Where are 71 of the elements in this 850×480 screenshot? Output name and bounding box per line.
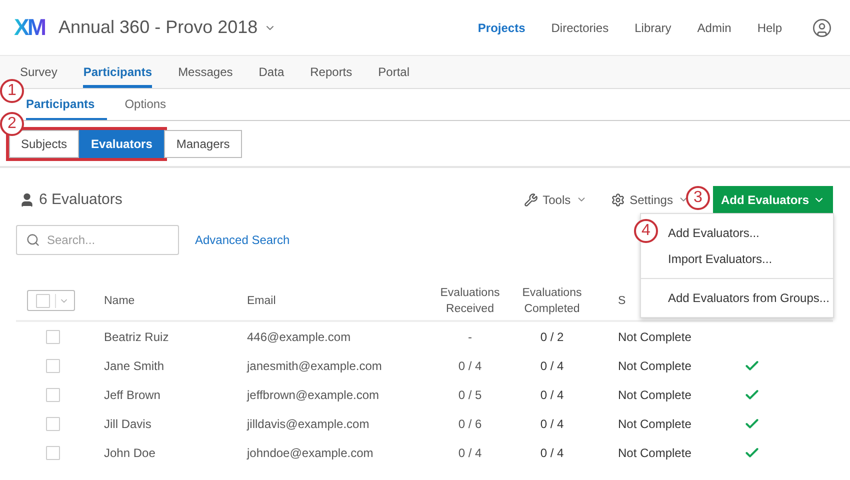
nav-tab[interactable]: Participants <box>83 56 152 88</box>
status-cell-text: Not Complete <box>617 358 692 372</box>
nav-link[interactable]: Admin <box>697 20 732 34</box>
step-number-badge: 1 <box>0 79 24 103</box>
wrench-icon <box>524 192 538 206</box>
column-header: Email <box>246 294 277 308</box>
project-title: Annual 360 - Provo 2018 <box>58 17 258 38</box>
completed-cell-text: 0 / 4 <box>539 388 565 402</box>
name-cell-text: Beatriz Ruiz <box>103 330 170 344</box>
received-cell-text: - <box>467 330 473 344</box>
received-cell-text: 0 / 5 <box>457 388 483 402</box>
completed-cell-text: 0 / 2 <box>539 330 565 344</box>
completed-cell-text: 0 / 4 <box>539 358 565 372</box>
email-cell-text: jilldavis@example.com <box>246 416 370 430</box>
step-number-badge: 2 <box>0 112 24 136</box>
received-cell-text: 0 / 4 <box>457 358 483 372</box>
caret-icon <box>55 294 69 308</box>
step-number-badge: 3 <box>686 186 710 210</box>
nav-tab[interactable]: Portal <box>378 56 410 88</box>
advanced-search-link[interactable]: Advanced Search <box>195 233 290 247</box>
column-header: Evaluations Completed <box>521 286 583 316</box>
received-cell-text: 0 / 6 <box>457 416 483 430</box>
search-field[interactable]: Search... <box>16 225 179 255</box>
name-cell-text: Jane Smith <box>103 358 166 372</box>
email-cell-text: johndoe@example.com <box>246 446 374 460</box>
settings-icon <box>610 192 625 206</box>
nav-tab[interactable]: Messages <box>178 56 233 88</box>
name-cell-text: John Doe <box>103 446 156 460</box>
nav-link[interactable]: Projects <box>478 20 526 34</box>
received-cell-text: 0 / 4 <box>457 446 483 460</box>
nav-tab[interactable]: Reports <box>310 56 352 88</box>
name-cell-text: Jill Davis <box>103 416 152 430</box>
nav-link[interactable]: Library <box>634 20 672 34</box>
nav-tab[interactable]: Data <box>258 56 284 88</box>
menu-item[interactable]: Add Evaluators... <box>668 220 760 246</box>
segment-button[interactable]: Evaluators <box>79 130 164 158</box>
search-icon <box>26 233 40 247</box>
column-header: S <box>617 294 626 308</box>
completed-cell-text: 0 / 4 <box>539 446 565 460</box>
status-cell-text: Not Complete <box>617 330 692 344</box>
settings-button[interactable]: Settings <box>610 192 689 206</box>
tools-button[interactable]: Tools <box>524 192 587 206</box>
step-number-badge: 4 <box>634 219 658 243</box>
row-checkbox[interactable] <box>46 330 60 344</box>
row-checkbox[interactable] <box>46 388 60 402</box>
evaluator-count: 6 Evaluators <box>39 191 122 208</box>
email-cell-text: 446@example.com <box>246 330 352 344</box>
user-avatar-icon[interactable] <box>812 18 832 38</box>
row-checkbox[interactable] <box>46 416 60 430</box>
sub-tab[interactable]: Participants <box>26 89 107 120</box>
segment-button[interactable]: Managers <box>164 130 242 158</box>
column-header: Evaluations Received <box>439 286 501 316</box>
nav-link[interactable]: Help <box>757 20 782 34</box>
nav-link[interactable]: Directories <box>551 20 609 34</box>
status-cell-text: Not Complete <box>617 446 692 460</box>
name-cell-text: Jeff Brown <box>103 388 162 402</box>
status-cell-text: Not Complete <box>617 416 692 430</box>
person-icon <box>19 192 35 208</box>
status-cell-text: Not Complete <box>617 388 692 402</box>
sub-tab[interactable]: Options <box>124 89 178 120</box>
add-evaluators-button[interactable]: Add Evaluators <box>712 186 833 213</box>
select-all-dropdown[interactable] <box>27 290 75 311</box>
row-checkbox[interactable] <box>46 358 60 372</box>
email-cell-text: janesmith@example.com <box>246 358 383 372</box>
column-header: Name <box>103 294 136 308</box>
row-checkbox[interactable] <box>46 446 60 460</box>
menu-item[interactable]: Import Evaluators... <box>668 246 772 272</box>
menu-item[interactable]: Add Evaluators from Groups... <box>668 285 830 311</box>
segment-button[interactable]: Subjects <box>9 130 80 158</box>
email-cell-text: jeffbrown@example.com <box>246 388 380 402</box>
completed-cell-text: 0 / 4 <box>539 416 565 430</box>
